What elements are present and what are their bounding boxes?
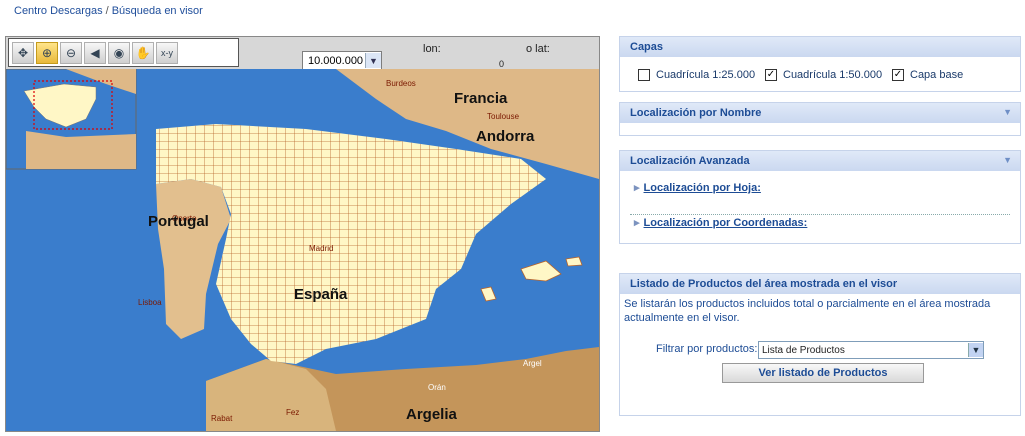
checkbox-50000[interactable]: ✓ bbox=[765, 69, 777, 81]
hand-icon[interactable]: ✋ bbox=[132, 41, 154, 64]
label-andorra: Andorra bbox=[476, 128, 535, 145]
listado-description: Se listarán los productos incluidos tota… bbox=[624, 298, 991, 324]
checkbox-25000[interactable] bbox=[638, 69, 650, 81]
lat-label: o lat: bbox=[526, 43, 550, 55]
zoom-in-icon[interactable]: ⊕ bbox=[36, 41, 58, 64]
chevron-down-icon: ▼ bbox=[968, 343, 983, 357]
map-canvas[interactable]: Burdeos Toulouse Oporto Madrid Lisboa Ar… bbox=[6, 69, 599, 431]
chevron-down-icon: ▼ bbox=[365, 53, 381, 68]
label-francia: Francia bbox=[454, 90, 508, 107]
label-argel: Argel bbox=[523, 359, 542, 368]
zoom-out-icon[interactable]: ⊖ bbox=[60, 41, 82, 64]
chevron-down-icon: ▼ bbox=[1003, 107, 1012, 117]
map-viewer: ✥ ⊕ ⊖ ◀ ◉ ✋ x-y 10.000.000 ▼ lon: o lat: … bbox=[5, 36, 600, 432]
label-fez: Fez bbox=[286, 408, 299, 417]
label-oran: Orán bbox=[428, 383, 446, 392]
avanzada-header[interactable]: Localización Avanzada ▼ bbox=[620, 151, 1020, 171]
map-toolbar: ✥ ⊕ ⊖ ◀ ◉ ✋ x-y bbox=[8, 38, 239, 67]
localizacion-hoja-link[interactable]: Localización por Hoja: bbox=[634, 181, 761, 194]
label-rabat: Rabat bbox=[211, 414, 233, 423]
checkbox-base[interactable]: ✓ bbox=[892, 69, 904, 81]
nombre-header[interactable]: Localización por Nombre ▼ bbox=[620, 103, 1020, 123]
pan-icon[interactable]: ✥ bbox=[12, 41, 34, 64]
breadcrumb-root[interactable]: Centro Descargas bbox=[14, 5, 103, 17]
label-espana: España bbox=[294, 286, 348, 303]
label-toulouse: Toulouse bbox=[487, 112, 520, 121]
ver-listado-button[interactable]: Ver listado de Productos bbox=[722, 363, 924, 383]
scale-value: 10.000.000 bbox=[308, 54, 364, 67]
label-portugal: Portugal bbox=[148, 213, 209, 230]
lon-label: lon: bbox=[423, 43, 441, 55]
label-burdeos: Burdeos bbox=[386, 79, 416, 88]
capas-header: Capas bbox=[620, 37, 1020, 57]
capas-panel: Capas Cuadrícula 1:25.000 ✓ Cuadrícula 1:… bbox=[619, 36, 1021, 92]
filter-label: Filtrar por productos: bbox=[656, 343, 758, 355]
breadcrumb-separator: / bbox=[105, 5, 109, 17]
filter-value: Lista de Productos bbox=[762, 344, 845, 356]
breadcrumb: Centro Descargas / Búsqueda en visor bbox=[14, 5, 203, 17]
localizacion-coordenadas-link[interactable]: Localización por Coordenadas: bbox=[634, 216, 808, 229]
chevron-down-icon: ▼ bbox=[1003, 155, 1012, 165]
layer-50000-checkbox[interactable]: ✓ Cuadrícula 1:50.000 bbox=[765, 69, 882, 81]
lat-value: 0 bbox=[499, 59, 505, 69]
scale-select[interactable]: 10.000.000 ▼ bbox=[302, 51, 382, 70]
layer-base-checkbox[interactable]: ✓ Capa base bbox=[892, 69, 963, 81]
balearic-menorca bbox=[565, 256, 583, 267]
layer-25000-checkbox[interactable]: Cuadrícula 1:25.000 bbox=[638, 69, 755, 81]
label-madrid: Madrid bbox=[309, 244, 333, 253]
xy-icon[interactable]: x-y bbox=[156, 41, 178, 64]
divider bbox=[630, 214, 1010, 215]
avanzada-panel: Localización Avanzada▼ Localización por … bbox=[619, 150, 1021, 244]
previous-view-icon[interactable]: ◀ bbox=[84, 41, 106, 64]
listado-header: Listado de Productos del área mostrada e… bbox=[620, 274, 1020, 294]
label-argelia: Argelia bbox=[406, 406, 458, 423]
nombre-panel: Localización por Nombre ▼ bbox=[619, 102, 1021, 136]
label-lisboa: Lisboa bbox=[138, 298, 162, 307]
listado-panel: Listado de Productos del área mostrada e… bbox=[619, 273, 1021, 416]
full-extent-icon[interactable]: ◉ bbox=[108, 41, 130, 64]
breadcrumb-current: Búsqueda en visor bbox=[111, 5, 203, 17]
filter-products-select[interactable]: Lista de Productos ▼ bbox=[758, 341, 984, 359]
